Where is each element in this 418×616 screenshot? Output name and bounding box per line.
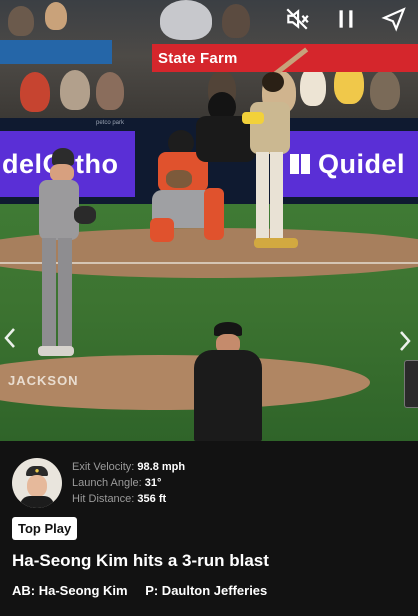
statefarm-ad-text: State Farm xyxy=(158,50,238,67)
chevron-right-icon xyxy=(400,331,411,351)
left-ad-board xyxy=(0,40,112,64)
pause-button[interactable] xyxy=(333,6,359,32)
next-button[interactable] xyxy=(398,330,412,358)
right-ad-panel-text: Quidel xyxy=(318,148,406,179)
next-video-thumbnail[interactable] xyxy=(404,360,418,408)
field-umpire-figure xyxy=(192,322,264,441)
petco-label: petco park xyxy=(96,120,125,126)
pitcher-figure xyxy=(34,148,96,358)
launch-angle-stat: Launch Angle: 31° xyxy=(72,477,161,489)
batter-figure xyxy=(240,47,310,252)
mute-button[interactable] xyxy=(284,6,310,32)
pitcher-label: P: Daulton Jefferies xyxy=(145,583,268,598)
top-play-badge: Top Play xyxy=(12,517,78,540)
hit-distance-stat: Hit Distance: 356 ft xyxy=(72,493,166,505)
player-avatar[interactable]: ● xyxy=(12,458,62,508)
hit-distance-label: Hit Distance: xyxy=(72,493,135,505)
share-button[interactable] xyxy=(381,6,407,32)
mute-icon xyxy=(286,8,309,30)
play-headline: Ha-Seong Kim hits a 3-run blast xyxy=(12,551,269,570)
video-player[interactable]: State Farm petco park idelOrtho Quidel J… xyxy=(0,0,418,441)
padres-logo-icon: ● xyxy=(34,466,40,475)
launch-angle-value: 31° xyxy=(144,477,162,489)
hit-distance-value: 356 ft xyxy=(137,493,167,505)
pause-icon xyxy=(339,10,353,28)
exit-velocity-value: 98.8 mph xyxy=(137,461,186,473)
share-icon xyxy=(381,7,406,32)
previous-button[interactable] xyxy=(3,327,17,355)
batter-label: AB: Ha-Seong Kim xyxy=(12,583,128,598)
launch-angle-label: Launch Angle: xyxy=(72,477,142,489)
exit-velocity-stat: Exit Velocity: 98.8 mph xyxy=(72,461,185,473)
matchup-info: AB: Ha-Seong Kim P: Daulton Jefferies xyxy=(12,583,281,598)
chevron-left-icon xyxy=(4,328,15,348)
mound-logo: JACKSON xyxy=(8,373,79,388)
exit-velocity-label: Exit Velocity: xyxy=(72,461,135,473)
